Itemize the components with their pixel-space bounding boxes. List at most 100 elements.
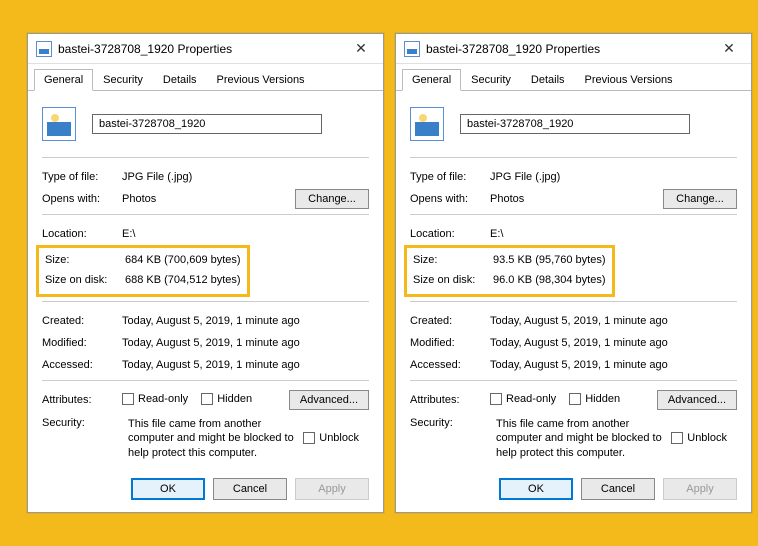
created-value: Today, August 5, 2019, 1 minute ago <box>490 315 737 327</box>
readonly-checkbox-wrap[interactable]: Read-only <box>122 393 188 405</box>
hidden-checkbox-wrap[interactable]: Hidden <box>569 393 620 405</box>
security-text: This file came from another computer and… <box>128 417 297 460</box>
accessed-label: Accessed: <box>410 359 490 371</box>
dialog-footer: OK Cancel Apply <box>131 478 369 500</box>
close-icon[interactable]: ✕ <box>715 39 743 59</box>
image-file-icon <box>36 41 52 57</box>
filename-input[interactable] <box>460 114 690 134</box>
hidden-checkbox-wrap[interactable]: Hidden <box>201 393 252 405</box>
change-button[interactable]: Change... <box>663 189 737 209</box>
separator <box>42 380 369 381</box>
size-label: Size: <box>413 254 493 266</box>
accessed-label: Accessed: <box>42 359 122 371</box>
size-on-disk-value: 688 KB (704,512 bytes) <box>125 274 241 286</box>
size-value: 684 KB (700,609 bytes) <box>125 254 241 266</box>
tab-previous-versions[interactable]: Previous Versions <box>207 69 315 91</box>
close-icon[interactable]: ✕ <box>347 39 375 59</box>
hidden-label: Hidden <box>585 393 620 405</box>
window-title: bastei-3728708_1920 Properties <box>58 42 347 56</box>
checkbox-icon <box>671 432 683 444</box>
properties-dialog-right: bastei-3728708_1920 Properties ✕ General… <box>395 33 752 513</box>
modified-label: Modified: <box>410 337 490 349</box>
security-text: This file came from another computer and… <box>496 417 665 460</box>
hidden-label: Hidden <box>217 393 252 405</box>
attributes-label: Attributes: <box>42 394 122 406</box>
accessed-value: Today, August 5, 2019, 1 minute ago <box>122 359 369 371</box>
size-on-disk-value: 96.0 KB (98,304 bytes) <box>493 274 606 286</box>
separator <box>410 301 737 302</box>
tab-details[interactable]: Details <box>153 69 207 91</box>
apply-button[interactable]: Apply <box>663 478 737 500</box>
unblock-checkbox-wrap[interactable]: Unblock <box>671 417 727 460</box>
tab-previous-versions[interactable]: Previous Versions <box>575 69 683 91</box>
cancel-button[interactable]: Cancel <box>581 478 655 500</box>
attributes-value: Read-only Hidden <box>490 393 657 408</box>
security-label: Security: <box>410 417 490 460</box>
opens-with-label: Opens with: <box>42 193 122 205</box>
image-file-icon <box>42 107 76 141</box>
security-label: Security: <box>42 417 122 460</box>
tab-general[interactable]: General <box>402 69 461 91</box>
checkbox-icon <box>201 393 213 405</box>
accessed-value: Today, August 5, 2019, 1 minute ago <box>490 359 737 371</box>
created-label: Created: <box>410 315 490 327</box>
separator <box>42 157 369 158</box>
image-file-icon <box>404 41 420 57</box>
unblock-checkbox-wrap[interactable]: Unblock <box>303 417 359 460</box>
checkbox-icon <box>122 393 134 405</box>
location-value: E:\ <box>490 228 737 240</box>
type-of-file-value: JPG File (.jpg) <box>490 171 737 183</box>
size-value: 93.5 KB (95,760 bytes) <box>493 254 606 266</box>
size-highlight: Size: 684 KB (700,609 bytes) Size on dis… <box>36 245 250 297</box>
opens-with-label: Opens with: <box>410 193 490 205</box>
cancel-button[interactable]: Cancel <box>213 478 287 500</box>
tab-security[interactable]: Security <box>461 69 521 91</box>
advanced-button[interactable]: Advanced... <box>289 390 369 410</box>
separator <box>410 157 737 158</box>
checkbox-icon <box>490 393 502 405</box>
modified-value: Today, August 5, 2019, 1 minute ago <box>122 337 369 349</box>
attributes-label: Attributes: <box>410 394 490 406</box>
size-on-disk-label: Size on disk: <box>413 274 493 286</box>
type-of-file-label: Type of file: <box>410 171 490 183</box>
size-on-disk-label: Size on disk: <box>45 274 125 286</box>
advanced-button[interactable]: Advanced... <box>657 390 737 410</box>
separator <box>42 301 369 302</box>
apply-button[interactable]: Apply <box>295 478 369 500</box>
ok-button[interactable]: OK <box>499 478 573 500</box>
ok-button[interactable]: OK <box>131 478 205 500</box>
window-title: bastei-3728708_1920 Properties <box>426 42 715 56</box>
opens-with-value: Photos <box>490 193 663 205</box>
change-button[interactable]: Change... <box>295 189 369 209</box>
tab-details[interactable]: Details <box>521 69 575 91</box>
tab-security[interactable]: Security <box>93 69 153 91</box>
separator <box>410 214 737 215</box>
created-value: Today, August 5, 2019, 1 minute ago <box>122 315 369 327</box>
checkbox-icon <box>569 393 581 405</box>
titlebar: bastei-3728708_1920 Properties ✕ <box>396 34 751 64</box>
properties-dialog-left: bastei-3728708_1920 Properties ✕ General… <box>27 33 384 513</box>
readonly-checkbox-wrap[interactable]: Read-only <box>490 393 556 405</box>
size-highlight: Size: 93.5 KB (95,760 bytes) Size on dis… <box>404 245 615 297</box>
dialog-footer: OK Cancel Apply <box>499 478 737 500</box>
location-value: E:\ <box>122 228 369 240</box>
filename-input[interactable] <box>92 114 322 134</box>
location-label: Location: <box>410 228 490 240</box>
dialog-body: Type of file: JPG File (.jpg) Opens with… <box>396 91 751 470</box>
readonly-label: Read-only <box>506 393 556 405</box>
modified-label: Modified: <box>42 337 122 349</box>
location-label: Location: <box>42 228 122 240</box>
modified-value: Today, August 5, 2019, 1 minute ago <box>490 337 737 349</box>
checkbox-icon <box>303 432 315 444</box>
readonly-label: Read-only <box>138 393 188 405</box>
separator <box>42 214 369 215</box>
created-label: Created: <box>42 315 122 327</box>
tab-strip: General Security Details Previous Versio… <box>396 64 751 91</box>
tab-general[interactable]: General <box>34 69 93 91</box>
unblock-label: Unblock <box>687 432 727 444</box>
opens-with-value: Photos <box>122 193 295 205</box>
type-of-file-label: Type of file: <box>42 171 122 183</box>
dialog-body: Type of file: JPG File (.jpg) Opens with… <box>28 91 383 470</box>
size-label: Size: <box>45 254 125 266</box>
attributes-value: Read-only Hidden <box>122 393 289 408</box>
